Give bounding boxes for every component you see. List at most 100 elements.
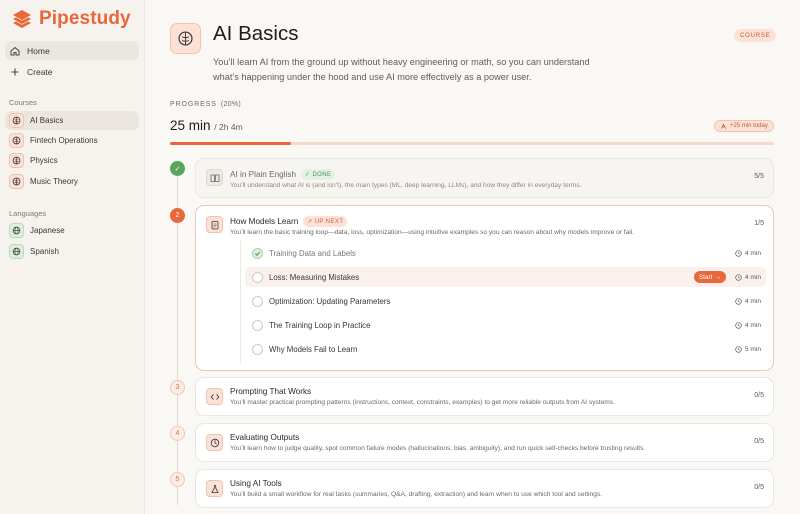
sidebar-course-label: Physics bbox=[30, 156, 58, 165]
module-description: You’ll learn how to judge quality, spot … bbox=[230, 445, 646, 452]
lesson-duration: 4 min bbox=[735, 322, 761, 329]
lesson-duration: 4 min bbox=[735, 274, 761, 281]
sidebar-language-label: Japanese bbox=[30, 226, 65, 235]
module-count: 1/5 bbox=[754, 220, 764, 227]
lesson-item-current[interactable]: Loss: Measuring Mistakes Start → 4 min bbox=[245, 267, 766, 287]
lesson-duration-text: 4 min bbox=[744, 249, 761, 257]
lesson-item[interactable]: Training Data and Labels 4 min bbox=[245, 243, 766, 263]
nav-create[interactable]: Create bbox=[5, 62, 139, 81]
time-done: 25 min bbox=[170, 118, 211, 133]
step-3-number: 3 bbox=[170, 380, 185, 395]
sidebar-course-physics[interactable]: Physics bbox=[5, 151, 139, 170]
sidebar-language-spanish[interactable]: Spanish bbox=[5, 242, 139, 261]
clock-icon bbox=[735, 297, 742, 305]
sidebar-course-fintech-operations[interactable]: Fintech Operations bbox=[5, 131, 139, 150]
app-name: Pipestudy bbox=[39, 8, 131, 29]
check-icon bbox=[252, 247, 263, 259]
module-title-text: AI in Plain English bbox=[230, 170, 296, 179]
module-title-text: How Models Learn bbox=[230, 217, 299, 226]
checkbox-circle-icon bbox=[252, 319, 263, 331]
module-count: 5/5 bbox=[754, 173, 764, 180]
time-total: / 2h 4m bbox=[214, 122, 243, 132]
progress-label: PROGRESS (20%) bbox=[170, 101, 241, 108]
home-icon bbox=[10, 46, 20, 56]
today-text: +25 min today bbox=[730, 123, 768, 129]
lesson-duration: 4 min bbox=[735, 298, 761, 305]
clock-icon bbox=[735, 321, 742, 329]
clipboard-icon bbox=[206, 216, 223, 233]
up-next-tag: ↗ UP NEXT bbox=[303, 216, 348, 227]
app-logo[interactable]: Pipestudy bbox=[11, 8, 131, 30]
sidebar-language-label: Spanish bbox=[30, 247, 59, 256]
lesson-duration: 4 min bbox=[735, 250, 761, 257]
module-description: You’ll understand what AI is (and isn’t)… bbox=[230, 182, 582, 189]
languages-heading: Languages bbox=[9, 209, 47, 218]
globe-icon bbox=[9, 244, 24, 259]
clock-icon bbox=[735, 345, 742, 353]
lesson-item[interactable]: The Training Loop in Practice 4 min bbox=[245, 315, 766, 335]
lesson-title: Loss: Measuring Mistakes bbox=[269, 272, 360, 282]
brain-icon bbox=[9, 153, 24, 168]
course-main: AI Basics COURSE You’ll learn AI from th… bbox=[145, 0, 800, 514]
lesson-duration-text: 4 min bbox=[744, 297, 761, 305]
courses-heading: Courses bbox=[9, 98, 37, 107]
gauge-icon bbox=[206, 434, 223, 451]
progress-label-text: PROGRESS bbox=[170, 101, 217, 108]
streak-icon bbox=[721, 123, 726, 129]
up-next-tag-text: UP NEXT bbox=[314, 218, 344, 225]
sidebar-course-ai-basics[interactable]: AI Basics bbox=[5, 111, 139, 130]
lesson-title: Training Data and Labels bbox=[269, 248, 356, 258]
course-badge: COURSE bbox=[734, 29, 777, 42]
lesson-title: Optimization: Updating Parameters bbox=[269, 296, 391, 306]
nav-home-label: Home bbox=[27, 45, 50, 56]
done-tag: ✓ DONE bbox=[301, 169, 336, 180]
module-title: How Models Learn ↗ UP NEXT bbox=[230, 216, 348, 227]
sidebar-course-label: Fintech Operations bbox=[30, 136, 98, 145]
progress-bar bbox=[170, 142, 774, 145]
module-using-ai-tools[interactable]: Using AI Tools You’ll build a small work… bbox=[195, 469, 774, 508]
module-description: You’ll learn the basic training loop—dat… bbox=[230, 229, 635, 236]
lesson-duration-text: 4 min bbox=[744, 273, 761, 281]
today-pill: +25 min today bbox=[714, 120, 774, 132]
book-icon bbox=[206, 169, 223, 186]
nav-create-label: Create bbox=[27, 66, 53, 77]
lesson-item[interactable]: Why Models Fail to Learn 5 min bbox=[245, 339, 766, 359]
lesson-item[interactable]: Optimization: Updating Parameters 4 min bbox=[245, 291, 766, 311]
sidebar-course-music-theory[interactable]: Music Theory bbox=[5, 172, 139, 191]
brain-icon bbox=[9, 113, 24, 128]
step-5-number: 5 bbox=[170, 472, 185, 487]
time-progress: 25 min / 2h 4m bbox=[170, 118, 243, 133]
done-tag-text: DONE bbox=[312, 171, 332, 178]
sidebar-language-japanese[interactable]: Japanese bbox=[5, 221, 139, 240]
brain-icon bbox=[9, 174, 24, 189]
module-description: You’ll build a small workflow for real t… bbox=[230, 491, 603, 498]
lesson-title: Why Models Fail to Learn bbox=[269, 344, 358, 354]
sidebar-course-label: AI Basics bbox=[30, 116, 64, 125]
start-lesson-button[interactable]: Start → bbox=[693, 271, 726, 283]
progress-bar-fill bbox=[170, 142, 291, 145]
clock-icon bbox=[735, 273, 742, 281]
progress-percent: (20%) bbox=[220, 101, 242, 108]
code-icon bbox=[206, 388, 223, 405]
sidebar-course-label: Music Theory bbox=[30, 177, 78, 186]
timeline-line bbox=[177, 175, 178, 505]
step-4-number: 4 bbox=[170, 426, 185, 441]
sidebar: Pipestudy Home Create Courses AI Basics … bbox=[0, 0, 145, 514]
module-count: 0/5 bbox=[754, 392, 764, 399]
plus-icon bbox=[10, 67, 20, 77]
module-prompting-that-works[interactable]: Prompting That Works You’ll master pract… bbox=[195, 377, 774, 416]
nav-home[interactable]: Home bbox=[5, 41, 139, 60]
module-title: Prompting That Works bbox=[230, 387, 312, 396]
module-title: Using AI Tools bbox=[230, 479, 282, 488]
module-evaluating-outputs[interactable]: Evaluating Outputs You’ll learn how to j… bbox=[195, 423, 774, 462]
lesson-list: Training Data and Labels 4 min Loss: Mea… bbox=[240, 241, 766, 363]
course-description: You’ll learn AI from the ground up witho… bbox=[213, 57, 590, 82]
start-button-label: Start bbox=[698, 273, 713, 281]
module-count: 0/5 bbox=[754, 438, 764, 445]
pipestudy-logo-icon bbox=[13, 10, 31, 28]
module-title: AI in Plain English ✓ DONE bbox=[230, 169, 336, 180]
step-1-check-icon: ✓ bbox=[170, 161, 185, 176]
module-how-models-learn[interactable]: How Models Learn ↗ UP NEXT You’ll learn … bbox=[195, 205, 774, 371]
module-ai-in-plain-english[interactable]: AI in Plain English ✓ DONE You’ll unders… bbox=[195, 158, 774, 198]
lesson-duration-text: 5 min bbox=[744, 345, 761, 353]
